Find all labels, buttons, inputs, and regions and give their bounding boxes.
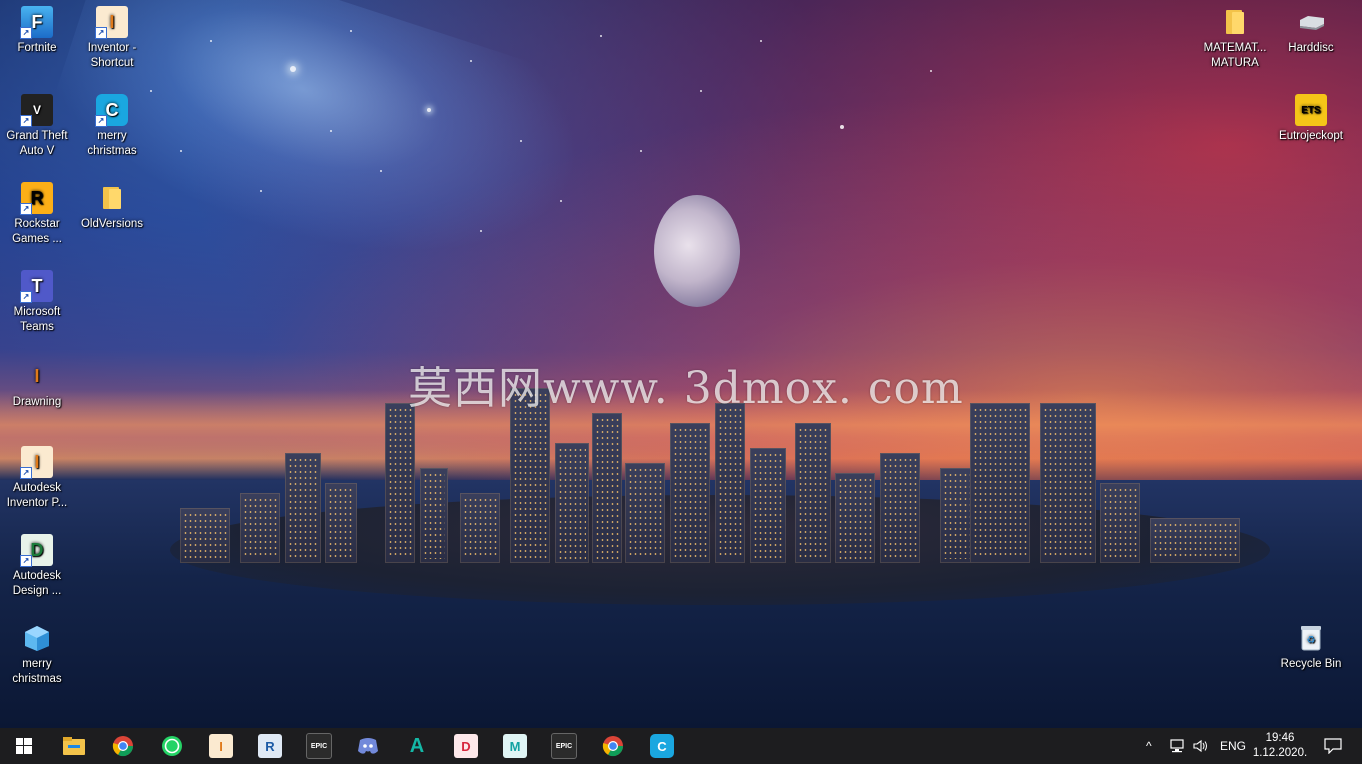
app-c-icon: C ↗ bbox=[95, 94, 128, 127]
desktop-icon-drawning[interactable]: I Drawning bbox=[0, 360, 74, 410]
desktop-icon-merry-christmas-2[interactable]: merry christmas bbox=[0, 622, 74, 687]
clock-date: 1.12.2020. bbox=[1252, 747, 1308, 759]
inventor-icon: I ↗ bbox=[95, 6, 128, 39]
desktop-icon-recycle-bin[interactable]: ♻ Recycle Bin bbox=[1274, 622, 1348, 672]
desktop-icon-autodesk-inventor[interactable]: I ↗ Autodesk Inventor P... bbox=[0, 446, 74, 511]
hard-disk-icon bbox=[1295, 6, 1327, 38]
desktop-icon-oldversions[interactable]: OldVersions bbox=[75, 182, 149, 232]
icon-label: Eutrojeckopt bbox=[1279, 130, 1343, 142]
autodesk-design-icon: D ↗ bbox=[20, 534, 53, 567]
clock-time: 19:46 bbox=[1265, 732, 1295, 744]
taskbar-inventor[interactable]: I bbox=[197, 728, 245, 764]
folder-icon bbox=[1219, 6, 1251, 38]
icon-label: Autodesk Inventor P... bbox=[6, 482, 68, 509]
cube-icon bbox=[21, 622, 53, 654]
desktop-icon-autodesk-design[interactable]: D ↗ Autodesk Design ... bbox=[0, 534, 74, 599]
epic-games-icon: EPIC bbox=[306, 733, 332, 759]
autodesk-d-icon: D bbox=[454, 734, 478, 758]
taskbar-revit[interactable]: R bbox=[246, 728, 294, 764]
taskbar-whatsapp[interactable] bbox=[148, 728, 196, 764]
whatsapp-icon bbox=[162, 736, 182, 756]
taskbar-autodesk-d[interactable]: D bbox=[442, 728, 490, 764]
gta-v-icon: V ↗ bbox=[20, 94, 53, 127]
icon-label: Fortnite bbox=[17, 42, 57, 54]
tray-chevron[interactable]: ^ bbox=[1146, 728, 1152, 764]
windows-start-icon bbox=[16, 738, 32, 754]
desktop-wallpaper: 莫西网www. 3dmox. com bbox=[0, 0, 1362, 728]
icon-label: OldVersions bbox=[80, 218, 143, 230]
chrome-icon bbox=[602, 736, 624, 757]
icon-label: Microsoft Teams bbox=[13, 306, 61, 333]
rockstar-icon: R ↗ bbox=[20, 182, 53, 215]
watermark-text: 莫西网www. 3dmox. com bbox=[408, 363, 964, 414]
taskbar-chrome-2[interactable] bbox=[589, 728, 637, 764]
icon-label: Harddisc bbox=[1288, 42, 1334, 54]
volume-icon[interactable] bbox=[1192, 728, 1210, 764]
language-indicator[interactable]: ENG bbox=[1220, 728, 1246, 764]
inventor-icon: I bbox=[209, 734, 233, 758]
eurotruck-icon: ETS bbox=[1295, 94, 1327, 126]
teams-icon: T ↗ bbox=[20, 270, 53, 303]
desktop-icon-inventor-shortcut[interactable]: I ↗ Inventor - Shortcut bbox=[75, 6, 149, 71]
action-center-button[interactable] bbox=[1324, 728, 1342, 764]
recycle-bin-icon: ♻ bbox=[1295, 622, 1327, 654]
network-icon[interactable] bbox=[1168, 728, 1186, 764]
fortnite-icon: F ↗ bbox=[20, 6, 53, 39]
start-button[interactable] bbox=[0, 728, 48, 764]
icon-label: Recycle Bin bbox=[1280, 658, 1342, 670]
folder-icon bbox=[96, 182, 128, 214]
chrome-icon bbox=[112, 736, 134, 757]
taskbar-chrome[interactable] bbox=[99, 728, 147, 764]
desktop-icon-fortnite[interactable]: F ↗ Fortnite bbox=[0, 6, 74, 56]
discord-icon bbox=[358, 738, 378, 754]
desktop-icon-microsoft-teams[interactable]: T ↗ Microsoft Teams bbox=[0, 270, 74, 335]
icon-label: Autodesk Design ... bbox=[12, 570, 62, 597]
icon-label: MATEMAT... MATURA bbox=[1203, 42, 1267, 69]
icon-label: Rockstar Games ... bbox=[12, 218, 62, 245]
taskbar-file-explorer[interactable] bbox=[50, 728, 98, 764]
desktop-icon-harddisc[interactable]: Harddisc bbox=[1274, 6, 1348, 56]
svg-text:♻: ♻ bbox=[1307, 635, 1316, 646]
taskbar-epic-games[interactable]: EPIC bbox=[295, 728, 343, 764]
icon-label: merry christmas bbox=[12, 658, 62, 685]
app-c-icon: C bbox=[650, 734, 674, 758]
maya-icon: M bbox=[503, 734, 527, 758]
taskbar-autocad[interactable]: A bbox=[393, 728, 441, 764]
autocad-icon: A bbox=[409, 734, 425, 757]
desktop-icon-matematika-matura[interactable]: MATEMAT... MATURA bbox=[1198, 6, 1272, 71]
notification-icon bbox=[1324, 738, 1342, 754]
file-explorer-icon bbox=[63, 737, 85, 755]
taskbar-epic-games-2[interactable]: EPIC bbox=[540, 728, 588, 764]
autodesk-inventor-icon: I ↗ bbox=[20, 446, 53, 479]
taskbar-discord[interactable] bbox=[344, 728, 392, 764]
desktop-icon-eutrojeckopt[interactable]: ETS Eutrojeckopt bbox=[1274, 94, 1348, 144]
icon-label: Inventor - Shortcut bbox=[87, 42, 137, 69]
desktop-icon-gta-v[interactable]: V ↗ Grand Theft Auto V bbox=[0, 94, 74, 159]
taskbar-maya[interactable]: M bbox=[491, 728, 539, 764]
desktop-icon-rockstar[interactable]: R ↗ Rockstar Games ... bbox=[0, 182, 74, 247]
taskbar: I R EPIC A D M EPIC C ^ ENG 19:46 1.12.2… bbox=[0, 728, 1362, 764]
epic-games-icon: EPIC bbox=[551, 733, 577, 759]
desktop-icon-merry-christmas-1[interactable]: C ↗ merry christmas bbox=[75, 94, 149, 159]
taskbar-app-c[interactable]: C bbox=[638, 728, 686, 764]
revit-icon: R bbox=[258, 734, 282, 758]
icon-label: merry christmas bbox=[87, 130, 137, 157]
icon-label: Drawning bbox=[12, 396, 62, 408]
inventor-small-icon: I bbox=[34, 365, 40, 386]
icon-label: Grand Theft Auto V bbox=[6, 130, 68, 157]
clock[interactable]: 19:46 1.12.2020. bbox=[1250, 731, 1310, 761]
